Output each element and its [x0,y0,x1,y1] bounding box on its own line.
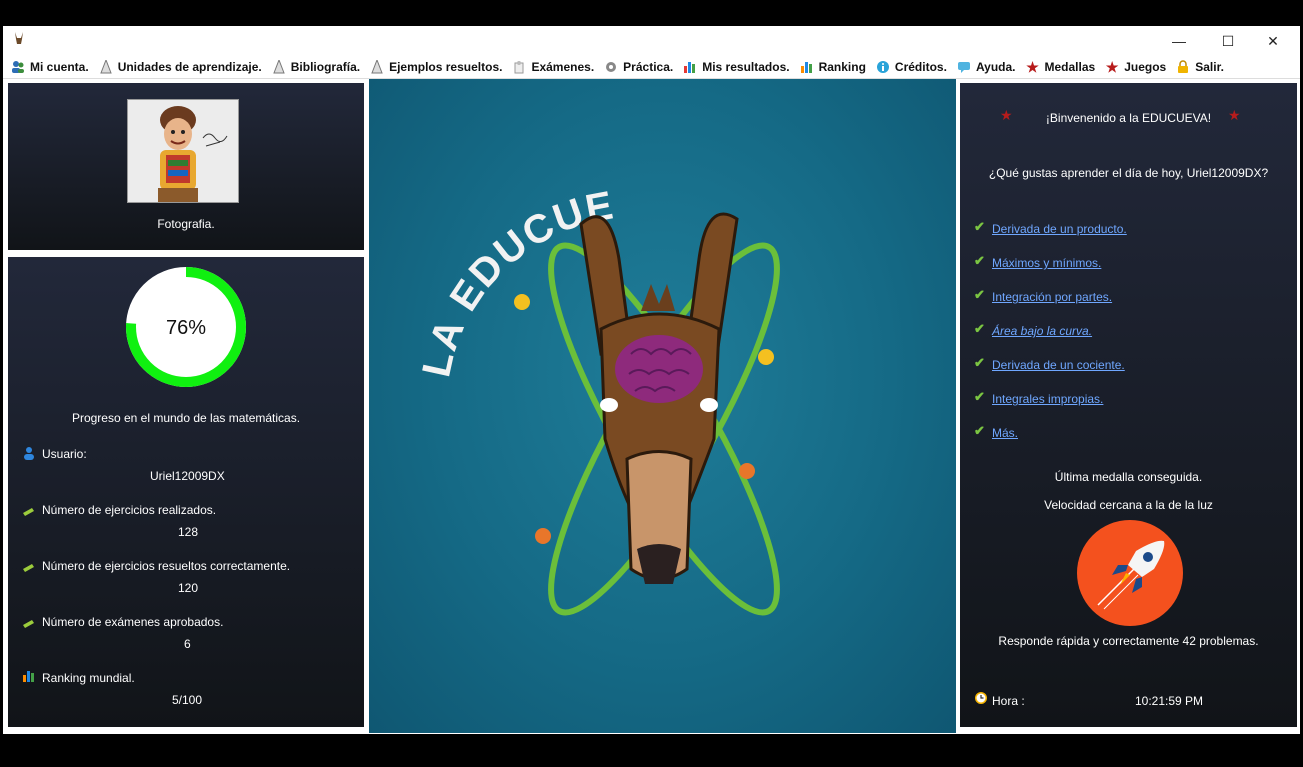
menu-bar: Mi cuenta. Unidades de aprendizaje. Bibl… [3,56,1300,79]
progress-caption: Progreso en el mundo de las matemáticas. [71,411,301,425]
title-bar: — ☐ ✕ [3,26,1300,56]
star-icon: ★ [1026,58,1039,75]
menu-label: Créditos. [894,60,947,74]
progress-percent: 76% [165,317,207,339]
menu-medallas[interactable]: ★ Medallas [1026,58,1096,75]
users-icon [11,60,25,74]
menu-label: Medallas [1044,60,1096,74]
welcome-text: ¡Binvenenido a la EDUCUEVA! [1045,111,1212,125]
profile-panel: Fotografia. [8,83,364,250]
check-icon: ✔ [974,219,985,234]
menu-label: Exámenes. [531,60,595,74]
menu-label: Ranking [818,60,866,74]
user-label: Usuario: [42,447,87,461]
check-icon: ✔ [974,355,985,370]
educueva-logo: LA EDUCUEVA [354,44,780,616]
check-icon: ✔ [974,253,985,268]
bar-chart-icon [800,60,814,74]
menu-juegos[interactable]: ★ Juegos [1105,58,1167,75]
menu-label: Juegos [1124,60,1167,74]
menu-label: Ayuda. [975,60,1016,74]
app-window: — ☐ ✕ Mi cuenta. Unidades de aprendizaje… [3,26,1300,734]
check-icon: ✔ [974,287,985,302]
profile-photo[interactable] [127,99,239,203]
exams-value: 6 [184,637,191,651]
book-icon [370,60,384,74]
menu-label: Bibliografía. [290,60,361,74]
topic-link-integrales[interactable]: Integrales impropias. [992,392,1103,406]
close-button[interactable]: ✕ [1253,30,1293,52]
last-medal-label: Última medalla conseguida. [1054,470,1203,484]
topic-link-area[interactable]: Área bajo la curva. [992,324,1092,338]
time-label: Hora : [992,694,1025,708]
info-icon [876,60,890,74]
topic-link-mas[interactable]: Más. [992,426,1018,440]
star-icon: ★ [1105,58,1119,75]
menu-ranking[interactable]: Ranking [800,60,866,74]
check-icon: ✔ [974,389,985,404]
time-value: 10:21:59 PM [1135,694,1204,708]
menu-ayuda[interactable]: Ayuda. [957,60,1016,74]
check-icon: ✔ [974,423,985,438]
menu-label: Práctica. [623,60,674,74]
topic-link-derivada-cociente[interactable]: Derivada de un cociente. [992,358,1125,372]
question-text: ¿Qué gustas aprender el día de hoy, Urie… [988,166,1269,180]
pencil-icon [22,615,36,629]
user-icon [22,446,36,460]
topic-link-derivada-producto[interactable]: Derivada de un producto. [992,222,1127,236]
menu-label: Ejemplos resueltos. [389,60,503,74]
menu-unidades[interactable]: Unidades de aprendizaje. [99,60,262,74]
menu-salir[interactable]: Salir. [1176,60,1224,74]
welcome-panel: ★ ¡Binvenenido a la EDUCUEVA! ★ ¿Qué gus… [960,83,1297,727]
menu-creditos[interactable]: Créditos. [876,60,947,74]
user-value: Uriel12009DX [150,469,225,483]
medal-name: Velocidad cercana a la de la luz [1044,498,1213,512]
bar-chart-icon [683,60,697,74]
medal-description: Responde rápida y correctamente 42 probl… [998,634,1259,648]
menu-examenes[interactable]: Exámenes. [512,60,594,74]
bar-chart-icon [22,669,36,683]
clock-icon [974,691,988,710]
gear-icon [604,60,618,74]
menu-label: Mi cuenta. [30,60,89,74]
rocket-medal-icon [1077,520,1183,626]
exam-icon [512,60,526,74]
logo-panel: LA EDUCUEVA [354,44,956,733]
pencil-icon [22,503,36,517]
stats-panel: 76% Progreso en el mundo de las matemáti… [8,257,364,727]
exams-label: Número de exámenes aprobados. [42,615,224,629]
exercises-value: 128 [178,525,199,539]
star-icon: ★ [1228,107,1241,123]
minimize-button[interactable]: — [1159,30,1199,52]
correct-value: 120 [178,581,199,595]
lock-icon [1176,60,1190,74]
menu-label: Unidades de aprendizaje. [117,60,262,74]
check-icon: ✔ [974,321,985,336]
ranking-value: 5/100 [172,693,203,707]
app-donkey-icon [13,32,25,49]
book-icon [272,60,286,74]
menu-practica[interactable]: Práctica. [604,60,673,74]
topic-link-integracion[interactable]: Integración por partes. [992,290,1112,304]
menu-label: Salir. [1195,60,1224,74]
exercises-label: Número de ejercicios realizados. [42,503,217,517]
correct-label: Número de ejercicios resueltos correctam… [42,559,291,573]
topic-link-maximos[interactable]: Máximos y mínimos. [992,256,1101,270]
menu-mi-cuenta[interactable]: Mi cuenta. [11,60,89,74]
menu-ejemplos[interactable]: Ejemplos resueltos. [370,60,502,74]
menu-label: Mis resultados. [702,60,790,74]
pencil-icon [22,559,36,573]
menu-resultados[interactable]: Mis resultados. [683,60,790,74]
ranking-label: Ranking mundial. [42,671,135,685]
book-icon [99,60,113,74]
menu-bibliografia[interactable]: Bibliografía. [272,60,360,74]
chat-icon [957,60,971,74]
maximize-button[interactable]: ☐ [1208,30,1248,52]
photo-caption: Fotografia. [157,217,215,231]
